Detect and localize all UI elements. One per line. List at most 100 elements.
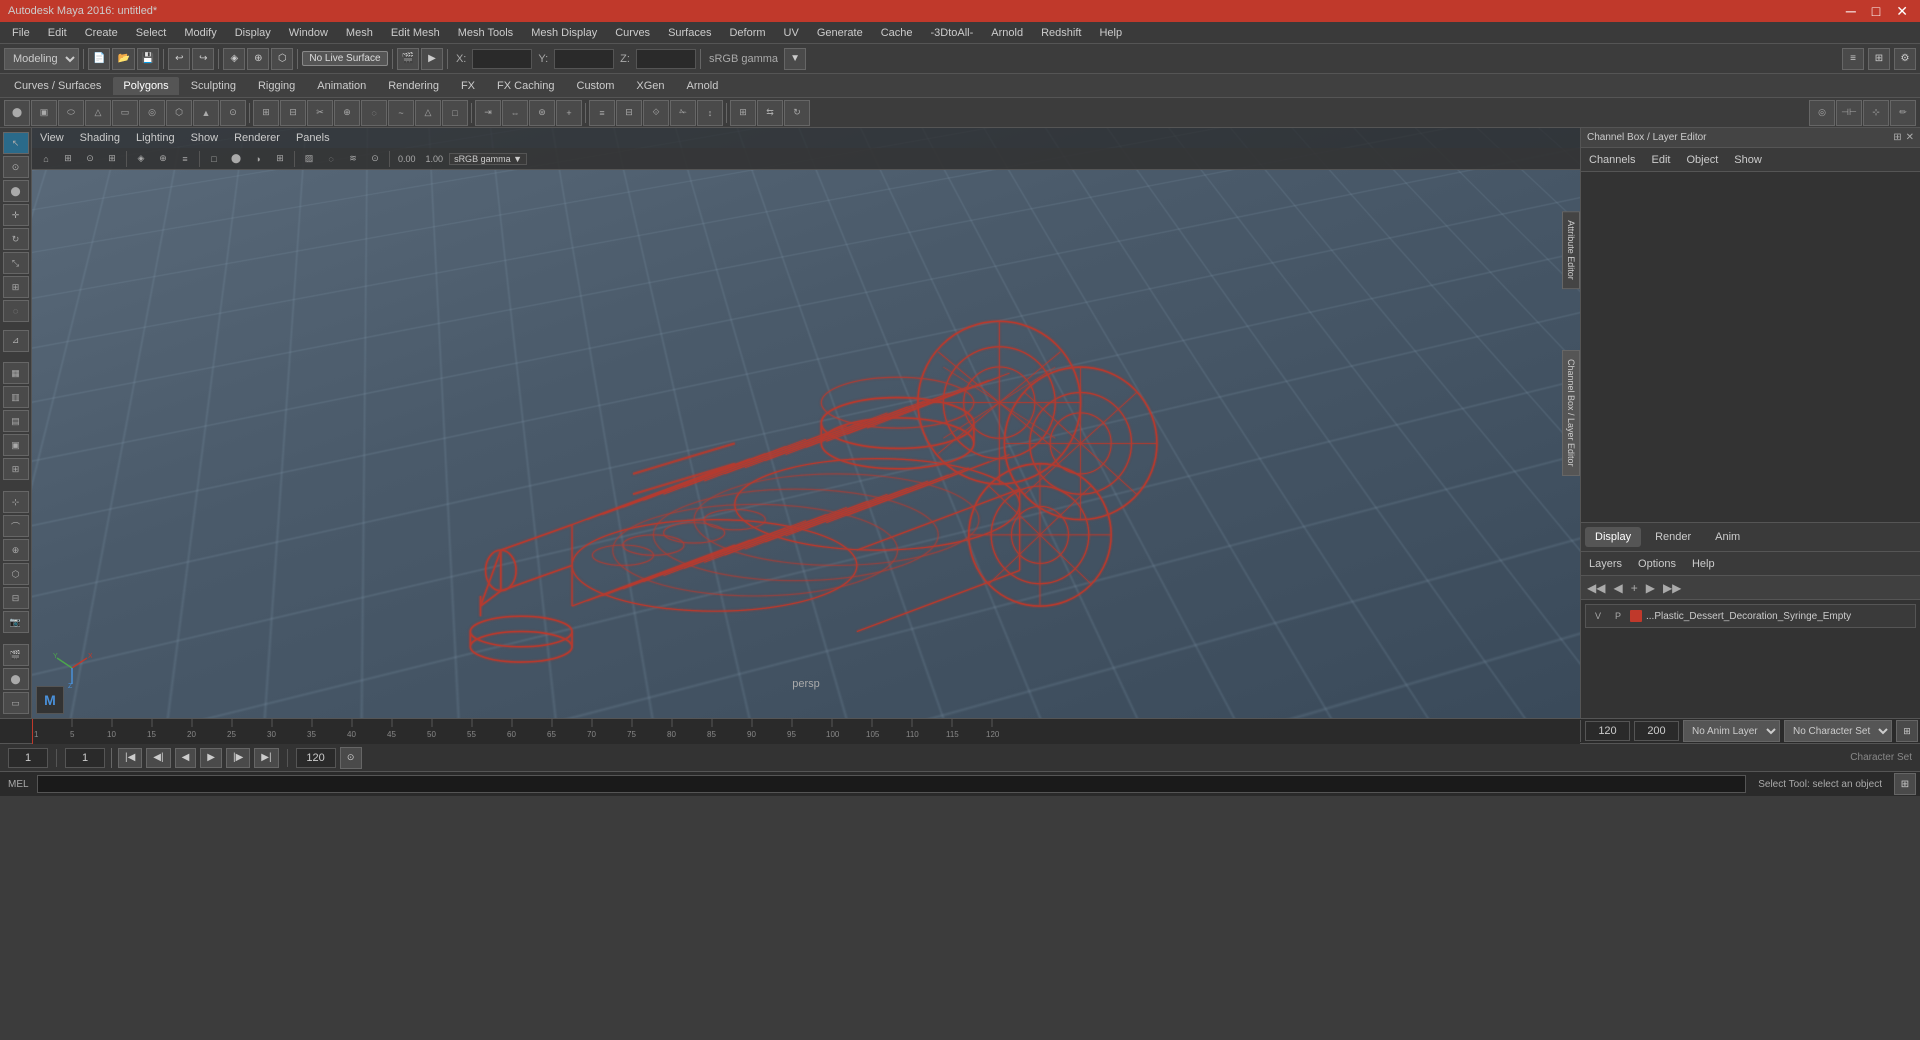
spin-icon[interactable]: ↻ [784, 100, 810, 126]
soft-select-icon[interactable]: ◎ [1809, 100, 1835, 126]
layer-tab-options[interactable]: Options [1634, 556, 1680, 572]
show-manip[interactable]: ⊿ [3, 330, 29, 352]
cb-expand-btn[interactable]: ⊞ [1893, 132, 1901, 143]
display-tab-anim[interactable]: Anim [1705, 527, 1750, 547]
display-tab-display[interactable]: Display [1585, 527, 1641, 547]
channel-box-side-tab[interactable]: Channel Box / Layer Editor [1562, 350, 1580, 476]
quadrangulate-icon[interactable]: □ [442, 100, 468, 126]
transform-icon[interactable]: ⊞ [730, 100, 756, 126]
tab-arnold[interactable]: Arnold [677, 77, 729, 95]
vp-grid-btn[interactable]: ⊞ [102, 150, 122, 168]
channel-box-btn[interactable]: ≡ [1842, 48, 1864, 70]
close-button[interactable]: ✕ [1892, 3, 1912, 20]
flip-icon[interactable]: ⇆ [757, 100, 783, 126]
bevel-icon[interactable]: ⟐ [643, 100, 669, 126]
layout-btn-1[interactable]: ▦ [3, 362, 29, 384]
current-frame-input[interactable] [8, 748, 48, 768]
vp-lighting[interactable]: Lighting [136, 132, 175, 144]
play-fwd-btn[interactable]: ▶ [200, 748, 222, 768]
menu-curves[interactable]: Curves [607, 25, 658, 41]
tab-custom[interactable]: Custom [567, 77, 625, 95]
character-set-dropdown[interactable]: No Character Set [1784, 720, 1892, 742]
redo-button[interactable]: ↪ [192, 48, 214, 70]
vp-ao[interactable]: ◌ [321, 150, 341, 168]
menu-modify[interactable]: Modify [176, 25, 224, 41]
minimize-button[interactable]: ─ [1842, 3, 1860, 20]
timeline-ruler[interactable]: 1 5 10 15 20 25 30 35 40 45 50 [32, 719, 1580, 744]
layer-end-btn[interactable]: ▶▶ [1661, 579, 1683, 597]
average-icon[interactable]: ~ [388, 100, 414, 126]
vp-smooth[interactable]: ⬤ [226, 150, 246, 168]
vp-shadow[interactable]: ▨ [299, 150, 319, 168]
layer-step-fwd-btn[interactable]: ▶ [1644, 579, 1657, 597]
vp-tex[interactable]: ⊞ [270, 150, 290, 168]
render-btn[interactable]: 🎬 [397, 48, 419, 70]
poly-cylinder-icon[interactable]: ⬭ [58, 100, 84, 126]
triangulate-icon[interactable]: △ [415, 100, 441, 126]
layer-create-btn[interactable]: + [1629, 579, 1640, 597]
tab-fx-caching[interactable]: FX Caching [487, 77, 564, 95]
vp-renderer[interactable]: Renderer [234, 132, 280, 144]
rotate-btn[interactable]: ↻ [3, 228, 29, 250]
vp-show[interactable]: Show [191, 132, 219, 144]
soft-mod-btn[interactable]: ◌ [3, 300, 29, 322]
display-tab-render[interactable]: Render [1645, 527, 1701, 547]
poly-prism-icon[interactable]: ⬡ [166, 100, 192, 126]
connect-icon[interactable]: ↕ [697, 100, 723, 126]
menu-redshift[interactable]: Redshift [1033, 25, 1089, 41]
tab-curves-surfaces[interactable]: Curves / Surfaces [4, 77, 111, 95]
vp-mat[interactable]: ◑ [248, 150, 268, 168]
move-btn[interactable]: ✛ [3, 204, 29, 226]
vp-iso-sel[interactable]: ◈ [131, 150, 151, 168]
menu-3dto-all[interactable]: -3DtoAll- [923, 25, 982, 41]
snap-grid-btn[interactable]: ⊹ [3, 491, 29, 513]
menu-surfaces[interactable]: Surfaces [660, 25, 719, 41]
cb-close-btn[interactable]: ✕ [1906, 132, 1914, 143]
poly-sphere-icon[interactable]: ⬤ [4, 100, 30, 126]
channel-tab-channels[interactable]: Channels [1585, 152, 1639, 168]
play-back-btn[interactable]: ◀ [175, 748, 197, 768]
menu-deform[interactable]: Deform [721, 25, 773, 41]
viewport[interactable]: View Shading Lighting Show Renderer Pane… [32, 128, 1580, 718]
layout-btn-2[interactable]: ▥ [3, 386, 29, 408]
z-input[interactable] [636, 49, 696, 69]
channel-tab-object[interactable]: Object [1682, 152, 1722, 168]
layout-btn-5[interactable]: ⊞ [3, 458, 29, 480]
vp-gamma-label[interactable]: sRGB gamma ▼ [449, 153, 527, 165]
tab-fx[interactable]: FX [451, 77, 485, 95]
layout-btn-4[interactable]: ▣ [3, 434, 29, 456]
gamma-dropdown[interactable]: ▼ [784, 48, 806, 70]
boolean-icon[interactable]: ⊕ [334, 100, 360, 126]
menu-window[interactable]: Window [281, 25, 336, 41]
go-to-end-btn[interactable]: ▶| [254, 748, 278, 768]
menu-uv[interactable]: UV [776, 25, 807, 41]
vp-aa[interactable]: ≋ [343, 150, 363, 168]
tool-settings-btn[interactable]: ⚙ [1894, 48, 1916, 70]
go-to-start-btn[interactable]: |◀ [118, 748, 142, 768]
mel-input[interactable] [37, 775, 1747, 793]
vp-wireframe[interactable]: □ [204, 150, 224, 168]
scale-btn[interactable]: ⤡ [3, 252, 29, 274]
menu-file[interactable]: File [4, 25, 38, 41]
move-tool[interactable]: ⊕ [247, 48, 269, 70]
mode-dropdown[interactable]: Modeling [4, 48, 79, 70]
layer-item[interactable]: V P ...Plastic_Dessert_Decoration_Syring… [1585, 604, 1916, 628]
no-live-surface[interactable]: No Live Surface [302, 51, 387, 66]
menu-select[interactable]: Select [128, 25, 175, 41]
offset-edge-icon[interactable]: ⊟ [616, 100, 642, 126]
vp-panels[interactable]: Panels [296, 132, 330, 144]
tab-animation[interactable]: Animation [307, 77, 376, 95]
layer-step-back-btn[interactable]: ◀ [1611, 579, 1624, 597]
layout-btn-3[interactable]: ▤ [3, 410, 29, 432]
layer-tab-layers[interactable]: Layers [1585, 556, 1626, 572]
select-tool-btn[interactable]: ↖ [3, 132, 29, 154]
channel-tab-edit[interactable]: Edit [1647, 152, 1674, 168]
vp-view[interactable]: View [40, 132, 64, 144]
vp-home-btn[interactable]: ⌂ [36, 150, 56, 168]
poly-cone-icon[interactable]: △ [85, 100, 111, 126]
poly-torus-icon[interactable]: ◎ [139, 100, 165, 126]
poly-cube-icon[interactable]: ▣ [31, 100, 57, 126]
end-frame-input[interactable] [296, 748, 336, 768]
tab-sculpting[interactable]: Sculpting [181, 77, 246, 95]
x-input[interactable] [472, 49, 532, 69]
